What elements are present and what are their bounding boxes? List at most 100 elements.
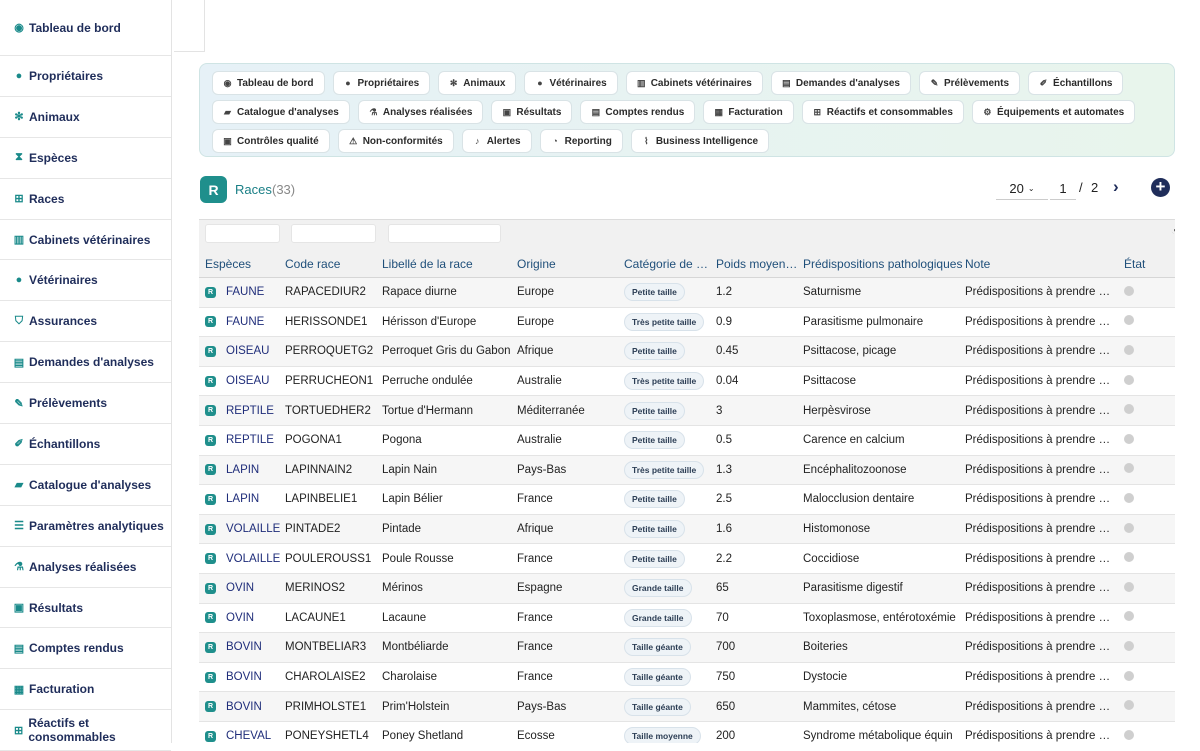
quicknav-button-15[interactable]: ▣ Contrôles qualité <box>212 129 330 153</box>
quicknav-button-0[interactable]: ◉ Tableau de bord <box>212 71 325 95</box>
state-indicator[interactable] <box>1124 552 1134 563</box>
quicknav-button-3[interactable]: ● Vétérinaires <box>524 71 618 95</box>
espece-link[interactable]: BOVIN <box>226 701 262 713</box>
sidebar-item-14[interactable]: ▣ Résultats <box>0 588 171 629</box>
next-page-button[interactable]: › <box>1113 177 1119 197</box>
quicknav-button-5[interactable]: ▤ Demandes d'analyses <box>770 71 911 95</box>
state-indicator[interactable] <box>1124 581 1134 592</box>
per-page-select[interactable]: 20 ⌄ <box>996 178 1048 200</box>
table-row[interactable]: R OVIN MERINOS2 Mérinos Espagne Grande taille… <box>199 573 1175 604</box>
state-indicator[interactable] <box>1124 463 1134 474</box>
state-indicator[interactable] <box>1124 404 1134 415</box>
espece-link[interactable]: OISEAU <box>226 375 269 387</box>
sidebar-item-3[interactable]: ⧗ Espèces <box>0 138 171 179</box>
quicknav-button-19[interactable]: ⌇ Business Intelligence <box>630 129 770 153</box>
col-categorie-header[interactable]: Catégorie de … <box>624 257 716 271</box>
col-predispositions-header[interactable]: Prédispositions pathologiques <box>803 257 965 271</box>
col-note-header[interactable]: Note <box>965 257 1114 271</box>
quicknav-button-11[interactable]: ▤ Comptes rendus <box>580 100 696 124</box>
state-indicator[interactable] <box>1124 700 1134 711</box>
col-libelle-header[interactable]: Libellé de la race <box>382 257 517 271</box>
sidebar-item-0[interactable]: ◉ Tableau de bord <box>0 0 171 56</box>
race-row-icon[interactable]: R <box>205 286 216 298</box>
race-row-icon[interactable]: R <box>205 405 216 417</box>
state-indicator[interactable] <box>1124 492 1134 503</box>
sidebar-item-10[interactable]: ✐ Échantillons <box>0 424 171 465</box>
state-indicator[interactable] <box>1124 344 1134 355</box>
table-row[interactable]: R CHEVAL PONEYSHETL4 Poney Shetland Écosse Ta… <box>199 722 1175 743</box>
espece-link[interactable]: FAUNE <box>226 316 264 328</box>
quicknav-button-6[interactable]: ✎ Prélèvements <box>918 71 1021 95</box>
table-row[interactable]: R BOVIN PRIMHOLSTE1 Prim'Holstein Pays-Bas Ta… <box>199 692 1175 722</box>
espece-link[interactable]: LAPIN <box>226 493 259 505</box>
col-code-race-header[interactable]: Code race <box>285 257 382 271</box>
quicknav-button-4[interactable]: ▥ Cabinets vétérinaires <box>625 71 763 95</box>
state-indicator[interactable] <box>1124 670 1134 681</box>
race-row-icon[interactable]: R <box>205 375 216 387</box>
page-number-input[interactable]: 1 <box>1050 178 1076 200</box>
filter-especes[interactable] <box>205 224 280 243</box>
sidebar-item-2[interactable]: ✻ Animaux <box>0 97 171 138</box>
quicknav-button-13[interactable]: ⊞ Réactifs et consommables <box>801 100 964 124</box>
espece-link[interactable]: LAPIN <box>226 464 259 476</box>
state-indicator[interactable] <box>1124 640 1134 651</box>
state-indicator[interactable] <box>1124 522 1134 533</box>
quicknav-button-18[interactable]: ◔ Reporting <box>539 129 623 153</box>
sidebar-item-6[interactable]: ● Vétérinaires <box>0 260 171 302</box>
col-poids-header[interactable]: Poids moyen… <box>716 257 803 271</box>
table-row[interactable]: R OVIN LACAUNE1 Lacaune France Grande taille 7… <box>199 604 1175 634</box>
sidebar-item-1[interactable]: ● Propriétaires <box>0 56 171 97</box>
sidebar-item-8[interactable]: ▤ Demandes d'analyses <box>0 342 171 384</box>
race-row-icon[interactable]: R <box>205 523 216 535</box>
race-row-icon[interactable]: R <box>205 345 216 357</box>
state-indicator[interactable] <box>1124 374 1134 385</box>
filter-libelle[interactable] <box>388 224 501 243</box>
race-row-icon[interactable]: R <box>205 434 216 446</box>
sidebar-item-5[interactable]: ▥ Cabinets vétérinaires <box>0 220 171 261</box>
table-row[interactable]: R BOVIN CHAROLAISE2 Charolaise France Taille … <box>199 663 1175 693</box>
sidebar-item-9[interactable]: ✎ Prélèvements <box>0 383 171 425</box>
table-row[interactable]: R OISEAU PERRUCHEON1 Perruche ondulée Austra… <box>199 367 1175 397</box>
table-row[interactable]: R BOVIN MONTBELIAR3 Montbéliarde France Taill… <box>199 633 1175 663</box>
quicknav-button-7[interactable]: ✐ Échantillons <box>1028 71 1124 95</box>
race-row-icon[interactable]: R <box>205 671 216 683</box>
table-row[interactable]: R FAUNE HERISSONDE1 Hérisson d'Europe Europe… <box>199 308 1175 338</box>
race-row-icon[interactable]: R <box>205 730 216 742</box>
sidebar-item-11[interactable]: ▰ Catalogue d'analyses <box>0 465 171 506</box>
race-row-icon[interactable]: R <box>205 553 216 565</box>
table-row[interactable]: R VOLAILLE POULEROUSS1 Poule Rousse France Pe… <box>199 544 1175 574</box>
sidebar-item-4[interactable]: ⊞ Races <box>0 179 171 220</box>
state-indicator[interactable] <box>1124 729 1134 740</box>
espece-link[interactable]: CHEVAL <box>226 730 271 742</box>
state-indicator[interactable] <box>1124 611 1134 622</box>
espece-link[interactable]: REPTILE <box>226 434 274 446</box>
quicknav-button-2[interactable]: ✻ Animaux <box>438 71 517 95</box>
sidebar-item-17[interactable]: ⊞ Réactifs et consommables <box>0 710 171 751</box>
quicknav-button-8[interactable]: ▰ Catalogue d'analyses <box>212 100 350 124</box>
col-especes-header[interactable]: Espèces <box>199 257 285 271</box>
sidebar-item-7[interactable]: ⛉ Assurances <box>0 301 171 343</box>
quicknav-button-1[interactable]: ● Propriétaires <box>332 71 431 95</box>
espece-link[interactable]: FAUNE <box>226 286 264 298</box>
sidebar-item-12[interactable]: ☰ Paramètres analytiques <box>0 506 171 547</box>
quicknav-button-10[interactable]: ▣ Résultats <box>491 100 573 124</box>
race-row-icon[interactable]: R <box>205 464 216 476</box>
espece-link[interactable]: OVIN <box>226 612 254 624</box>
state-indicator[interactable] <box>1124 433 1134 444</box>
quicknav-button-14[interactable]: ⚙ Équipements et automates <box>971 100 1136 124</box>
espece-link[interactable]: OISEAU <box>226 345 269 357</box>
column-settings-icon[interactable]: ◔ <box>1171 226 1175 237</box>
table-row[interactable]: R FAUNE RAPACEDIUR2 Rapace diurne Europe Peti… <box>199 278 1175 308</box>
col-etat-header[interactable]: État <box>1114 257 1154 271</box>
race-row-icon[interactable]: R <box>205 316 216 328</box>
table-row[interactable]: R VOLAILLE PINTADE2 Pintade Afrique Petite ta… <box>199 514 1175 545</box>
table-row[interactable]: R LAPIN LAPINNAIN2 Lapin Nain Pays-Bas Très p… <box>199 455 1175 486</box>
table-row[interactable]: R REPTILE TORTUEDHER2 Tortue d'Hermann Médit… <box>199 396 1175 426</box>
state-indicator[interactable] <box>1124 285 1134 296</box>
quicknav-button-12[interactable]: ▦ Facturation <box>703 100 794 124</box>
table-row[interactable]: R OISEAU PERROQUETG2 Perroquet Gris du Gabo… <box>199 337 1175 367</box>
espece-link[interactable]: BOVIN <box>226 641 262 653</box>
state-indicator[interactable] <box>1124 315 1134 326</box>
espece-link[interactable]: VOLAILLE <box>226 553 280 565</box>
race-row-icon[interactable]: R <box>205 582 216 594</box>
